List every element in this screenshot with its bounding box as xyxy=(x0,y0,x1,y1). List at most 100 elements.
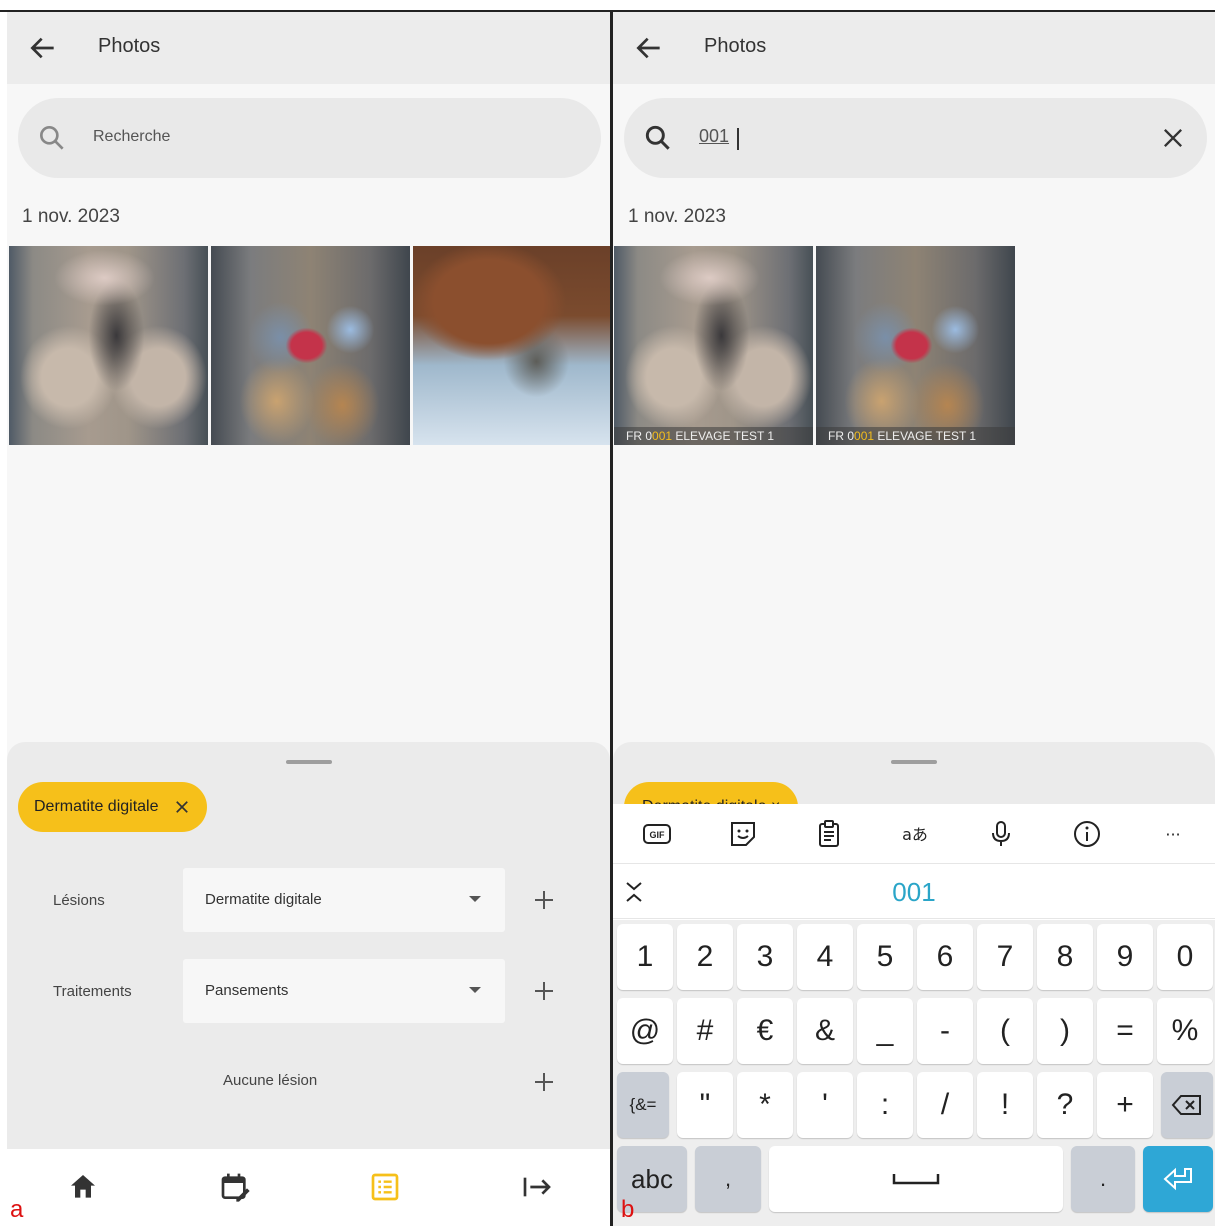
translate-icon-label: aあ xyxy=(902,825,928,844)
microphone-icon[interactable] xyxy=(985,818,1017,850)
key-0[interactable]: 0 xyxy=(1157,924,1213,990)
drag-handle[interactable] xyxy=(891,760,937,764)
panel-b-label: b xyxy=(621,1196,635,1223)
key-3[interactable]: 3 xyxy=(737,924,793,990)
key-asterisk[interactable]: * xyxy=(737,1072,793,1138)
photo-thumbnail[interactable] xyxy=(9,246,208,445)
key-ampersand[interactable]: & xyxy=(797,998,853,1064)
search-icon xyxy=(645,125,670,150)
on-screen-keyboard: GIF aあ ··· 001 1 2 3 4 5 6 7 8 9 0 @ # €… xyxy=(613,804,1215,1226)
photo-thumbnail[interactable]: FR 0001 ELEVAGE TEST 1 xyxy=(614,246,813,445)
key-close-paren[interactable]: ) xyxy=(1037,998,1093,1064)
add-lesion-plus-icon[interactable] xyxy=(532,888,556,912)
filter-chip[interactable]: Dermatite digitale xyxy=(18,782,207,832)
filter-chip-label: Dermatite digitale xyxy=(34,798,159,815)
backspace-key[interactable] xyxy=(1161,1072,1213,1138)
info-icon[interactable] xyxy=(1071,818,1103,850)
search-input-value: 001 xyxy=(699,126,730,146)
enter-icon xyxy=(1163,1167,1192,1191)
key-apostrophe[interactable]: ' xyxy=(797,1072,853,1138)
key-5[interactable]: 5 xyxy=(857,924,913,990)
key-open-paren[interactable]: ( xyxy=(977,998,1033,1064)
caption-highlight: 001 xyxy=(652,429,673,443)
back-arrow-icon[interactable] xyxy=(27,32,59,64)
dropdown-arrow-icon xyxy=(469,896,481,902)
panel-divider xyxy=(610,10,613,1226)
key-underscore[interactable]: _ xyxy=(857,998,913,1064)
key-at[interactable]: @ xyxy=(617,998,673,1064)
key-double-quote[interactable]: " xyxy=(677,1072,733,1138)
sticker-icon[interactable] xyxy=(727,818,759,850)
photo-thumbnail[interactable]: FR 0001 ELEVAGE TEST 1 xyxy=(816,246,1015,445)
add-no-lesion-plus-icon[interactable] xyxy=(532,1070,556,1094)
search-bar[interactable]: Recherche xyxy=(18,98,601,178)
key-1[interactable]: 1 xyxy=(617,924,673,990)
back-arrow-icon[interactable] xyxy=(633,32,665,64)
key-more-symbols[interactable]: {&= xyxy=(617,1072,669,1138)
key-slash[interactable]: / xyxy=(917,1072,973,1138)
clear-search-icon[interactable] xyxy=(1159,124,1187,152)
key-equals[interactable]: = xyxy=(1097,998,1153,1064)
key-hyphen[interactable]: - xyxy=(917,998,973,1064)
key-euro[interactable]: € xyxy=(737,998,793,1064)
key-percent[interactable]: % xyxy=(1157,998,1213,1064)
caption-highlight: 001 xyxy=(854,429,875,443)
photo-caption: FR 0001 ELEVAGE TEST 1 xyxy=(614,427,813,445)
search-input[interactable]: 001 xyxy=(699,126,729,147)
key-area: 1 2 3 4 5 6 7 8 9 0 @ # € & _ - ( ) = % xyxy=(613,920,1215,1226)
bottom-navigation xyxy=(7,1149,610,1226)
calendar-edit-icon[interactable] xyxy=(219,1171,251,1203)
gif-icon[interactable]: GIF xyxy=(641,818,673,850)
more-icon[interactable]: ··· xyxy=(1157,818,1189,850)
caption-suffix: ELEVAGE TEST 1 xyxy=(874,429,977,443)
key-8[interactable]: 8 xyxy=(1037,924,1093,990)
no-lesion-label: Aucune lésion xyxy=(223,1072,318,1089)
photo-caption: FR 0001 ELEVAGE TEST 1 xyxy=(816,427,1015,445)
search-bar[interactable]: 001 xyxy=(624,98,1207,178)
treatments-label: Traitements xyxy=(53,983,132,1000)
backspace-icon xyxy=(1171,1095,1201,1115)
photo-thumbnail[interactable] xyxy=(211,246,410,445)
gif-icon-label: GIF xyxy=(650,830,666,840)
drag-handle[interactable] xyxy=(285,760,332,764)
keyboard-toolbar: GIF aあ ··· xyxy=(613,804,1215,864)
key-hash[interactable]: # xyxy=(677,998,733,1064)
treatments-dropdown[interactable]: Pansements xyxy=(183,959,505,1023)
app-bar: Photos xyxy=(7,12,610,84)
translate-icon[interactable]: aあ xyxy=(899,818,931,850)
key-7[interactable]: 7 xyxy=(977,924,1033,990)
key-4[interactable]: 4 xyxy=(797,924,853,990)
lesions-dropdown-value: Dermatite digitale xyxy=(205,891,322,908)
page-title: Photos xyxy=(98,35,161,57)
search-icon xyxy=(39,126,64,150)
space-icon xyxy=(892,1174,940,1185)
suggestion-word[interactable]: 001 xyxy=(613,877,1215,908)
add-treatment-plus-icon[interactable] xyxy=(532,979,556,1003)
spacebar-key[interactable] xyxy=(769,1146,1063,1212)
logout-arrow-icon[interactable] xyxy=(521,1171,553,1203)
list-icon[interactable] xyxy=(369,1171,401,1203)
panel-b: Photos 001 1 nov. 2023 FR 0001 ELEVAGE T… xyxy=(613,12,1215,1226)
clipboard-icon[interactable] xyxy=(813,818,845,850)
text-caret xyxy=(737,128,739,150)
key-colon[interactable]: : xyxy=(857,1072,913,1138)
key-6[interactable]: 6 xyxy=(917,924,973,990)
enter-key[interactable] xyxy=(1143,1146,1213,1212)
caption-suffix: ELEVAGE TEST 1 xyxy=(672,429,775,443)
key-question[interactable]: ? xyxy=(1037,1072,1093,1138)
key-comma[interactable]: , xyxy=(695,1146,761,1212)
app-bar: Photos xyxy=(613,12,1215,84)
suggestion-strip: 001 xyxy=(613,865,1215,919)
key-exclamation[interactable]: ! xyxy=(977,1072,1033,1138)
key-plus[interactable]: + xyxy=(1097,1072,1153,1138)
search-input[interactable]: Recherche xyxy=(93,128,170,146)
photo-thumbnail[interactable] xyxy=(413,246,610,445)
home-icon[interactable] xyxy=(67,1171,99,1203)
key-2[interactable]: 2 xyxy=(677,924,733,990)
lesions-dropdown[interactable]: Dermatite digitale xyxy=(183,868,505,932)
key-9[interactable]: 9 xyxy=(1097,924,1153,990)
close-icon[interactable] xyxy=(173,798,191,816)
date-header: 1 nov. 2023 xyxy=(22,206,120,227)
key-period[interactable]: . xyxy=(1071,1146,1135,1212)
panel-a-label: a xyxy=(10,1196,24,1223)
